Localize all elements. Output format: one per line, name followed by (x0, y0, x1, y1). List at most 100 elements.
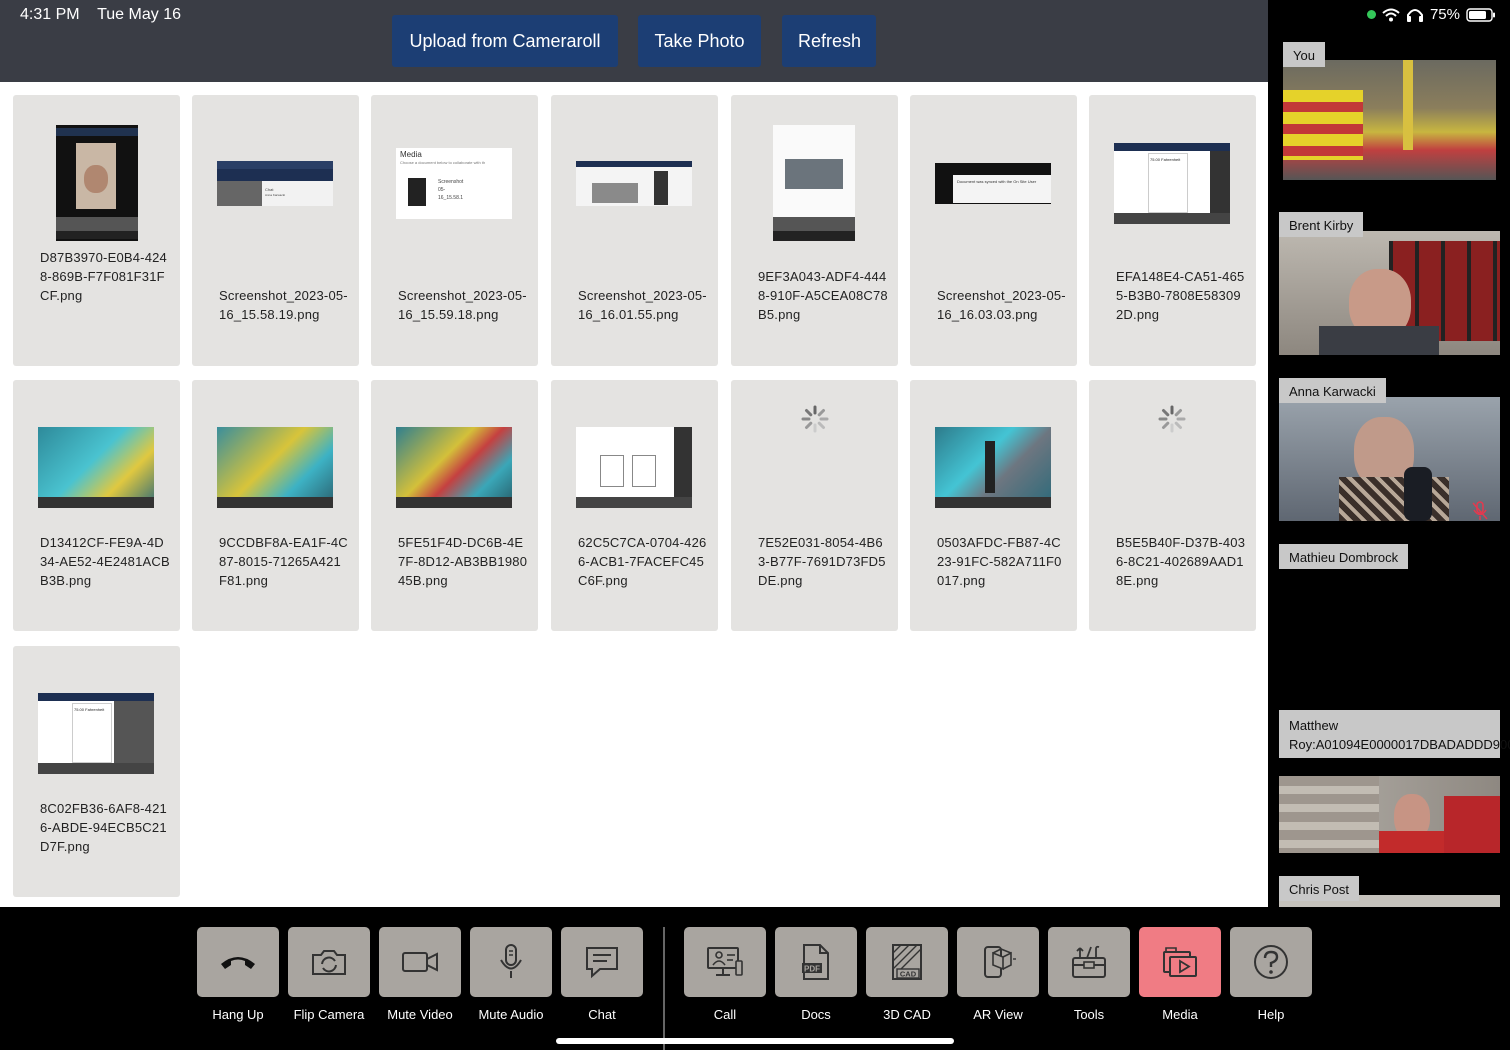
media-tile[interactable]: 9EF3A043-ADF4-4448-910F-A5CEA08C78B5.png (731, 95, 898, 366)
media-filename: D13412CF-FE9A-4D34-AE52-4E2481ACBB3B.png (40, 535, 170, 588)
media-thumbnail: Document was synced with the On Site Use… (935, 163, 1051, 204)
participant-video[interactable] (1279, 231, 1500, 355)
refresh-button[interactable]: Refresh (782, 15, 876, 67)
help-question-icon (1254, 945, 1288, 979)
media-tile[interactable]: 75.00 Fahrenheit EFA148E4-CA51-4655-B3B0… (1089, 95, 1256, 366)
chat-label: Chat (588, 1007, 616, 1022)
call-label: Call (713, 1007, 737, 1022)
wifi-icon (1382, 8, 1400, 21)
docs-label: Docs (801, 1007, 831, 1022)
media-tile[interactable]: 5FE51F4D-DC6B-4E7F-8D12-AB3BB198045B.png (371, 380, 538, 631)
flip-camera-tile[interactable] (288, 927, 370, 997)
ar-view-tile[interactable] (957, 927, 1039, 997)
muted-microphone-icon (1472, 501, 1488, 520)
media-filename: 62C5C7CA-0704-4266-ACB1-7FACEFC45C6F.png (578, 535, 707, 588)
3d-cad-button[interactable]: CAD 3D CAD (866, 927, 948, 1022)
media-tile[interactable]: 9CCDBF8A-EA1F-4C87-8015-71265A421F81.png (192, 380, 359, 631)
cad-file-icon: CAD (892, 944, 922, 980)
media-filename: 9CCDBF8A-EA1F-4C87-8015-71265A421F81.png (219, 535, 348, 588)
svg-text:PDF: PDF (804, 965, 820, 974)
hang-up-label: Hang Up (212, 1007, 264, 1022)
hang-up-button[interactable]: Hang Up (197, 927, 279, 1022)
media-tile[interactable]: 62C5C7CA-0704-4266-ACB1-7FACEFC45C6F.png (551, 380, 718, 631)
media-thumbnail (935, 427, 1051, 508)
media-thumbnail (773, 125, 855, 241)
ar-view-label: AR View (973, 1007, 1023, 1022)
media-thumbnail (576, 427, 692, 508)
mute-video-tile[interactable] (379, 927, 461, 997)
media-thumbnail: Chat Anna Karwacki (217, 161, 333, 206)
tools-button[interactable]: Tools (1048, 927, 1130, 1022)
help-button[interactable]: Help (1230, 927, 1312, 1022)
flip-camera-icon (312, 950, 346, 975)
media-header: 4:31 PM Tue May 16 Upload from Camerarol… (0, 0, 1268, 82)
mute-audio-button[interactable]: Mute Audio (470, 927, 552, 1022)
desktop-call-icon (707, 947, 743, 976)
media-button[interactable]: Media (1139, 927, 1221, 1022)
svg-text:CAD: CAD (900, 970, 917, 979)
media-filename: 5FE51F4D-DC6B-4E7F-8D12-AB3BB198045B.png (398, 535, 528, 588)
media-filename: Screenshot_2023-05-16_15.59.18.png (398, 288, 527, 322)
device-status: 75% (1366, 6, 1496, 23)
media-filename: Screenshot_2023-05-16_16.03.03.png (937, 288, 1066, 322)
media-tile[interactable]: Document was synced with the On Site Use… (910, 95, 1077, 366)
hang-up-tile[interactable] (197, 927, 279, 997)
media-tile[interactable]: D13412CF-FE9A-4D34-AE52-4E2481ACBB3B.png (13, 380, 180, 631)
upload-from-cameraroll-button[interactable]: Upload from Cameraroll (392, 15, 618, 67)
media-grid: D87B3970-E0B4-4248-869B-F7F081F31FCF.png… (0, 82, 1268, 907)
participant-name: Mathieu Dombrock (1279, 544, 1409, 569)
docs-button[interactable]: PDF Docs (775, 927, 857, 1022)
participant-video[interactable] (1283, 60, 1496, 180)
media-tile[interactable]: D87B3970-E0B4-4248-869B-F7F081F31FCF.png (13, 95, 180, 366)
chat-bubble-icon (586, 947, 618, 979)
media-tile[interactable]: Chat Anna Karwacki Screenshot_2023-05-16… (192, 95, 359, 366)
home-indicator[interactable] (556, 1038, 954, 1044)
toolbox-icon (1072, 945, 1106, 978)
media-filename: EFA148E4-CA51-4655-B3B0-7808E583092D.png (1116, 269, 1245, 322)
media-thumbnail (217, 427, 333, 508)
media-thumbnail (396, 427, 512, 508)
flip-camera-label: Flip Camera (293, 1007, 365, 1022)
media-tile[interactable]: 0503AFDC-FB87-4C23-91FC-582A711F0017.png (910, 380, 1077, 631)
help-tile[interactable] (1230, 927, 1312, 997)
media-thumbnail (38, 427, 154, 508)
media-tile[interactable]: 7E52E031-8054-4B63-B77F-7691D73FD5DE.png (731, 380, 898, 631)
loading-spinner-icon (801, 405, 829, 433)
mute-video-button[interactable]: Mute Video (379, 927, 461, 1022)
3d-cad-tile[interactable]: CAD (866, 927, 948, 997)
take-photo-button[interactable]: Take Photo (638, 15, 761, 67)
battery-percent: 75% (1429, 6, 1460, 23)
media-thumbnail: 75.00 Fahrenheit (1114, 143, 1230, 224)
status-clock: 4:31 PM Tue May 16 (20, 6, 181, 24)
tools-tile[interactable] (1048, 927, 1130, 997)
media-tile[interactable]: Media Choose a document below to collabo… (371, 95, 538, 366)
media-library-icon (1163, 947, 1197, 977)
media-tile[interactable]: B5E5B40F-D37B-4036-8C21-402689AAD18E.png (1089, 380, 1256, 631)
flip-camera-button[interactable]: Flip Camera (288, 927, 370, 1022)
participant-video[interactable] (1279, 397, 1500, 521)
mute-audio-tile[interactable] (470, 927, 552, 997)
media-tile[interactable]: 75.00 Fahrenheit 8C02FB36-6AF8-4216-ABDE… (13, 646, 180, 897)
call-button[interactable]: Call (684, 927, 766, 1022)
app-root: 4:31 PM Tue May 16 Upload from Camerarol… (0, 0, 1510, 1050)
ar-view-button[interactable]: AR View (957, 927, 1039, 1022)
participants-panel: 75% You Brent Kirby Anna Karwacki Mathie… (1268, 0, 1510, 907)
call-toolbar: Hang Up Flip Camera Mute Video Mute Audi… (0, 907, 1510, 1050)
media-filename: 9EF3A043-ADF4-4448-910F-A5CEA08C78B5.png (758, 269, 888, 322)
tools-label: Tools (1073, 1007, 1105, 1022)
participant-video[interactable] (1279, 776, 1500, 853)
status-date: Tue May 16 (97, 6, 181, 23)
media-filename: B5E5B40F-D37B-4036-8C21-402689AAD18E.png (1116, 535, 1246, 588)
media-thumbnail: 75.00 Fahrenheit (38, 693, 154, 774)
docs-tile[interactable]: PDF (775, 927, 857, 997)
loading-spinner-icon (1158, 405, 1186, 433)
media-tile[interactable]: Screenshot_2023-05-16_16.01.55.png (551, 95, 718, 366)
media-filename: 7E52E031-8054-4B63-B77F-7691D73FD5DE.png (758, 535, 886, 588)
participant-name: You (1283, 42, 1325, 67)
media-thumbnail: Media Choose a document below to collabo… (396, 148, 512, 219)
chat-tile[interactable] (561, 927, 643, 997)
media-tile-active[interactable] (1139, 927, 1221, 997)
chat-button[interactable]: Chat (561, 927, 643, 1022)
call-tile[interactable] (684, 927, 766, 997)
toolbar-divider (663, 927, 665, 1050)
